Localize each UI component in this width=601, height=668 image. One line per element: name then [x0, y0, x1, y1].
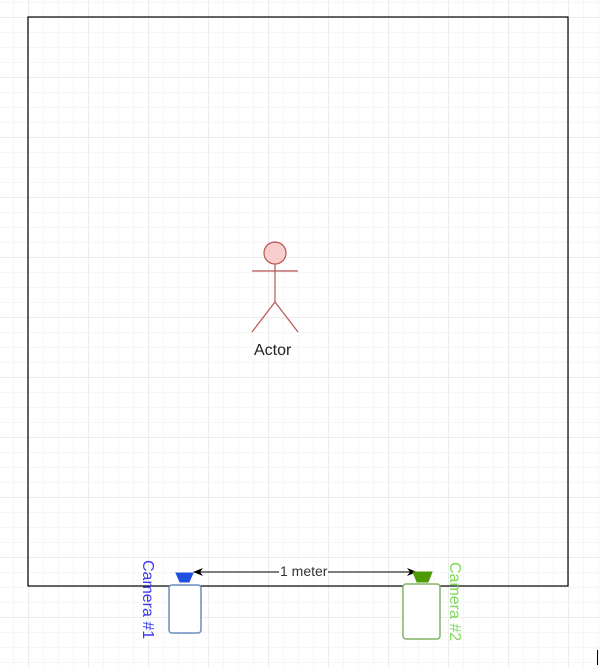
camera-1-label: Camera #1 [139, 560, 156, 640]
actor-left-leg [251, 301, 276, 333]
room-boundary[interactable] [27, 16, 569, 587]
actor-right-leg [274, 301, 299, 333]
text-cursor [597, 650, 598, 665]
distance-label: 1 meter [279, 563, 329, 579]
camera-2-label: Camera #2 [446, 562, 463, 642]
camera-2-lens [412, 571, 433, 583]
camera-2-icon[interactable] [402, 571, 441, 640]
camera-1-lens [175, 572, 194, 583]
actor-figure[interactable] [251, 241, 299, 333]
camera-1-icon[interactable] [168, 572, 202, 634]
actor-head [263, 241, 287, 265]
camera-2-body [402, 583, 441, 640]
camera-1-body [168, 584, 202, 634]
actor-label: Actor [254, 342, 292, 359]
